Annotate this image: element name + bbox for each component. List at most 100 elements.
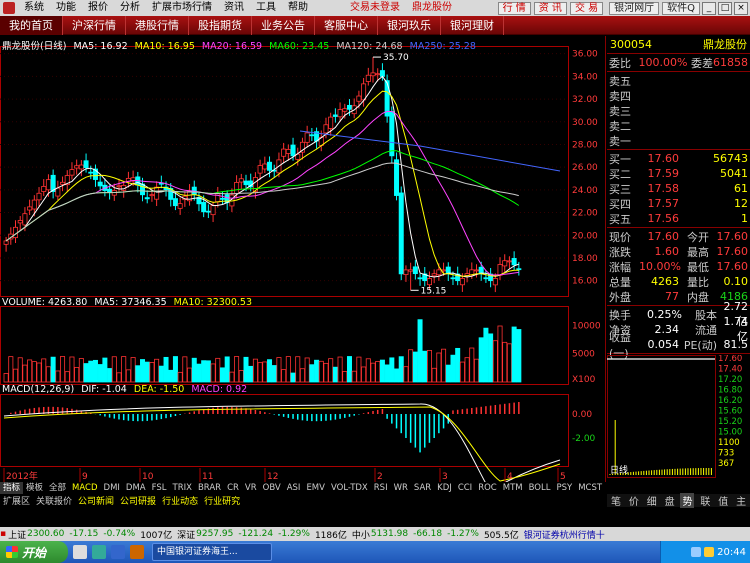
buy-level-row[interactable]: 买二 17.59 5041 xyxy=(607,166,750,181)
indicator-tab[interactable]: FSL xyxy=(149,482,170,494)
nav-tab-hs-quotes[interactable]: 沪深行情 xyxy=(63,15,126,35)
indicator-tab[interactable]: WR xyxy=(391,482,411,494)
side-tab[interactable]: 主 xyxy=(734,493,748,508)
extension-tab[interactable]: 公司研报 xyxy=(117,494,159,507)
indicator-tab[interactable]: BOLL xyxy=(526,482,554,494)
quicklaunch-desktop-icon[interactable] xyxy=(73,545,87,559)
trade-login-status[interactable]: 交易未登录 xyxy=(344,0,406,16)
side-tab[interactable]: 值 xyxy=(716,493,730,508)
buy-level-row[interactable]: 买五 17.56 1 xyxy=(607,211,750,226)
extension-tab[interactable]: 关联报价 xyxy=(33,494,75,507)
stat-label: 今开 xyxy=(687,230,709,244)
buy-level-row[interactable]: 买一 17.60 56743 xyxy=(607,151,750,166)
online-hall-button[interactable]: 银河网厅 xyxy=(609,1,660,15)
buy-level-row[interactable]: 买四 17.57 12 xyxy=(607,196,750,211)
intraday-mini-chart[interactable]: 17.6017.4017.2016.8016.2015.6015.2015.00… xyxy=(607,354,750,479)
nav-tab-wealth[interactable]: 银河理财 xyxy=(441,15,504,35)
indicator-tab[interactable]: BRAR xyxy=(195,482,224,494)
side-tab[interactable]: 细 xyxy=(645,493,659,508)
menu-quote[interactable]: 报价 xyxy=(82,0,114,16)
sell-level-row[interactable]: 卖一 xyxy=(607,133,750,148)
stat-label: 量比 xyxy=(687,275,709,289)
nav-tab-announcements[interactable]: 业务公告 xyxy=(252,15,315,35)
indicator-tab[interactable]: MTM xyxy=(500,482,526,494)
indicator-tab[interactable]: MCST xyxy=(575,482,605,494)
candle-body xyxy=(41,186,47,192)
indicator-tab[interactable]: CR xyxy=(224,482,242,494)
fund-label: 换手 xyxy=(609,308,631,322)
menu-function[interactable]: 功能 xyxy=(50,0,82,16)
indicator-tab[interactable]: DMI xyxy=(101,482,123,494)
tray-network-icon[interactable] xyxy=(691,547,702,557)
candle-body xyxy=(83,160,89,169)
menu-analysis[interactable]: 分析 xyxy=(114,0,146,16)
indicator-tab[interactable]: KDJ xyxy=(434,482,455,494)
macd-tick-label: 0.00 xyxy=(572,410,592,420)
menu-system[interactable]: 系统 xyxy=(18,0,50,16)
indicator-tab[interactable]: OBV xyxy=(260,482,284,494)
menu-info[interactable]: 资讯 xyxy=(218,0,250,16)
candle-body xyxy=(516,268,522,271)
taskbar-window-button[interactable]: 中国银河证券海王... xyxy=(152,543,272,561)
indicator-tab[interactable]: 全部 xyxy=(46,482,69,494)
indicator-tab[interactable]: VOL-TDX xyxy=(328,482,371,494)
sh-index-value: 2300.60 xyxy=(27,529,65,539)
side-tab[interactable]: 盘 xyxy=(663,493,677,508)
sell-level-row[interactable]: 卖四 xyxy=(607,88,750,103)
menu-ext-market[interactable]: 扩展市场行情 xyxy=(146,0,218,16)
tray-volume-icon[interactable] xyxy=(704,547,715,557)
side-tab[interactable]: 势 xyxy=(680,493,695,508)
indicator-tab[interactable]: SAR xyxy=(411,482,434,494)
dif-line xyxy=(3,403,561,482)
fund-value: 2.34 xyxy=(654,323,680,336)
sell-level-row[interactable]: 卖二 xyxy=(607,118,750,133)
kline-chart-area[interactable]: 36.00 34.00 32.00 30.00 28.00 26.00 24.00 22.00… xyxy=(0,36,606,482)
minimize-icon[interactable]: _ xyxy=(702,1,716,15)
indicator-tab[interactable]: RSI xyxy=(371,482,391,494)
broker-name[interactable]: 银河证券杭州行情十 xyxy=(524,528,605,541)
menu-help[interactable]: 帮助 xyxy=(282,0,314,16)
indicator-tab[interactable]: DMA xyxy=(123,482,149,494)
info-mode-button[interactable]: 资 讯 xyxy=(533,1,567,15)
candle-body xyxy=(394,159,400,196)
indicator-tab[interactable]: CCI xyxy=(455,482,475,494)
indicator-tab[interactable]: ROC xyxy=(475,482,500,494)
nav-tab-hk-quotes[interactable]: 港股行情 xyxy=(126,15,189,35)
side-tab[interactable]: 价 xyxy=(627,493,641,508)
side-tab[interactable]: 笔 xyxy=(609,493,623,508)
menu-tools[interactable]: 工具 xyxy=(250,0,282,16)
volume-bar xyxy=(22,364,28,383)
indicator-tab[interactable]: MACD xyxy=(69,482,100,494)
maximize-icon[interactable]: □ xyxy=(718,1,732,15)
quicklaunch-browser-icon[interactable] xyxy=(92,545,106,559)
volume-bar xyxy=(314,359,320,383)
sell-level-row[interactable]: 卖五 xyxy=(607,73,750,88)
sell-level-row[interactable]: 卖三 xyxy=(607,103,750,118)
nav-tab-service[interactable]: 客服中心 xyxy=(315,15,378,35)
indicator-tab[interactable]: 模板 xyxy=(23,482,46,494)
start-button[interactable]: 开始 xyxy=(0,541,68,563)
soft-q-button[interactable]: 软件Q xyxy=(662,1,700,15)
nav-tab-home[interactable]: 我的首页 xyxy=(0,15,63,35)
side-tab[interactable]: 联 xyxy=(698,493,712,508)
close-icon[interactable]: × xyxy=(734,1,748,15)
buy-level-row[interactable]: 买三 17.58 61 xyxy=(607,181,750,196)
trade-mode-button[interactable]: 交 易 xyxy=(569,1,604,15)
quicklaunch-app-icon[interactable] xyxy=(130,545,144,559)
extension-tab[interactable]: 公司新闻 xyxy=(75,494,117,507)
indicator-tab[interactable]: TRIX xyxy=(170,482,195,494)
extension-tab[interactable]: 扩展区 xyxy=(0,494,33,507)
indicator-tab[interactable]: 指标 xyxy=(0,482,24,494)
indicator-tab[interactable]: ASI xyxy=(284,482,304,494)
extension-tab[interactable]: 行业动态 xyxy=(159,494,201,507)
indicator-tab[interactable]: EMV xyxy=(303,482,328,494)
indicator-tab[interactable]: PSY xyxy=(553,482,575,494)
extension-tab[interactable]: 行业研究 xyxy=(201,494,243,507)
nav-tab-joy[interactable]: 银河玖乐 xyxy=(378,15,441,35)
kline-chart[interactable]: 36.0034.0032.0030.0028.0026.0024.0022.00… xyxy=(0,36,606,482)
candle-body xyxy=(398,192,404,275)
nav-tab-index-futures[interactable]: 股指期货 xyxy=(189,15,252,35)
quicklaunch-word-icon[interactable] xyxy=(111,545,125,559)
quote-mode-button[interactable]: 行 情 xyxy=(497,1,531,15)
indicator-tab[interactable]: VR xyxy=(242,482,260,494)
